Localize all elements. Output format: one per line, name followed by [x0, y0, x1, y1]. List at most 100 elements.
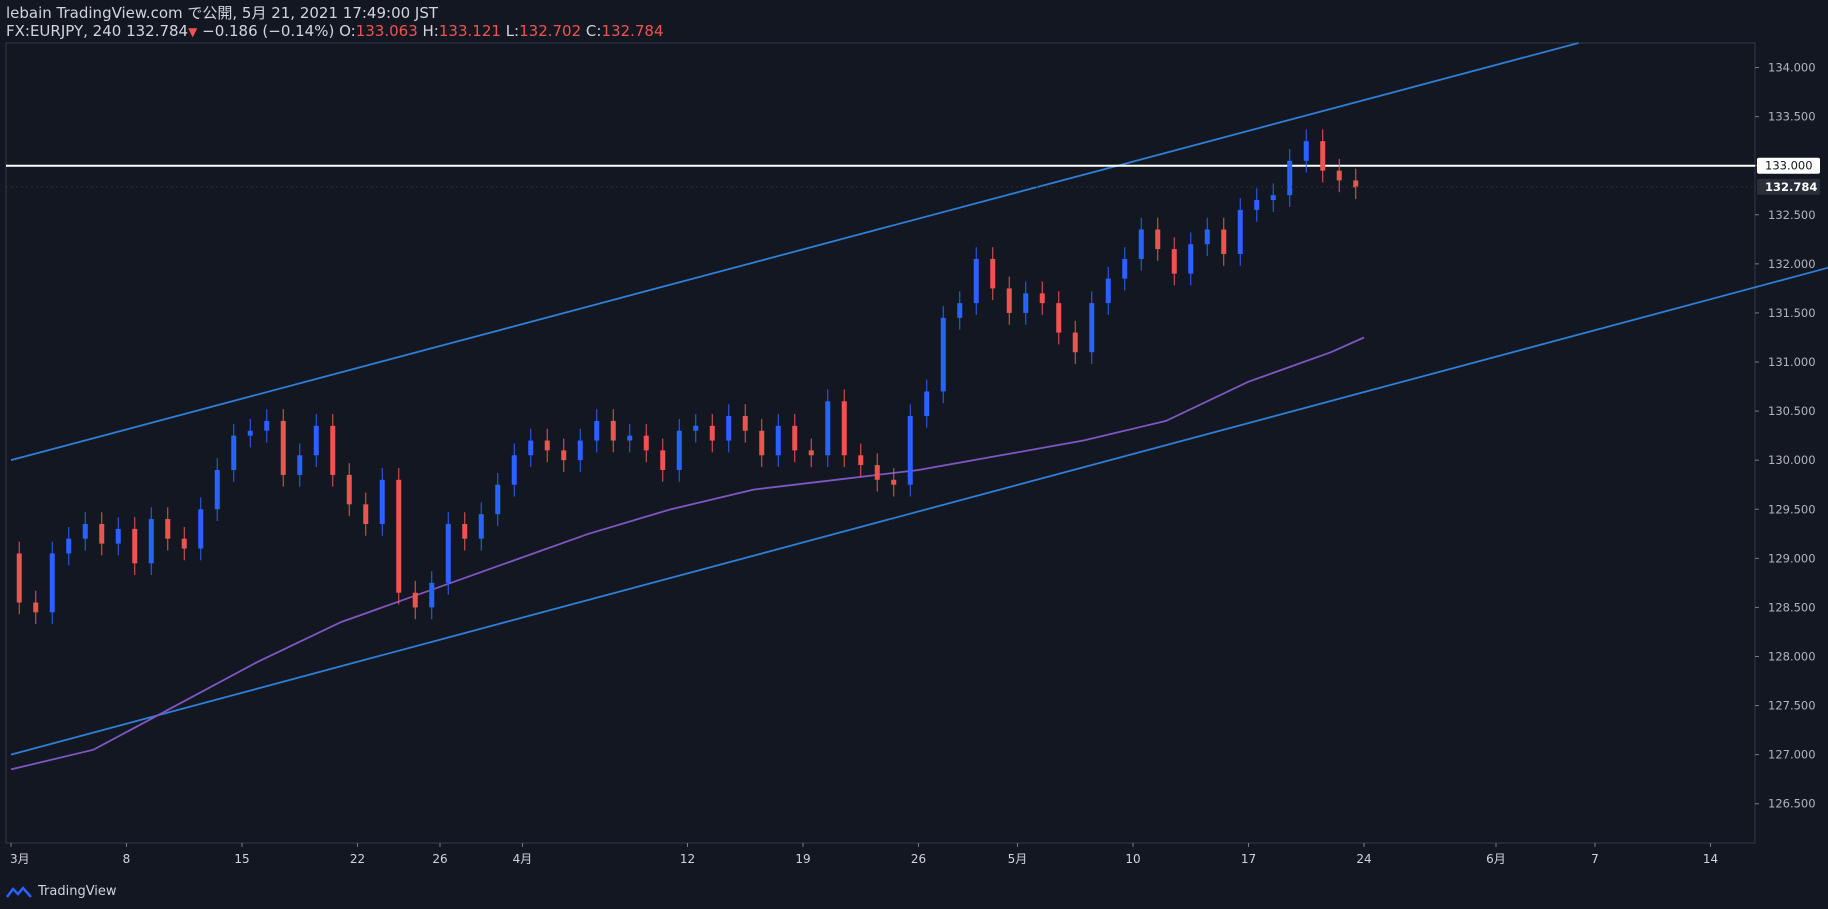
candle-body [1237, 209, 1243, 255]
candle-body [99, 523, 105, 544]
x-tick-label: 4月 [513, 852, 533, 866]
candle-body [891, 479, 897, 485]
candle-body [198, 509, 204, 549]
candle-body [825, 401, 831, 456]
brand-label[interactable]: TradingView [38, 884, 117, 899]
candle-body [693, 425, 699, 431]
candle-body [643, 435, 649, 451]
candle-body [396, 479, 402, 593]
candle-body [1072, 332, 1078, 353]
y-tick-label: 131.500 [1768, 306, 1816, 320]
candle-body [676, 430, 682, 470]
candle-body [462, 523, 468, 539]
candle-body [346, 474, 352, 505]
x-tick-label: 7 [1591, 852, 1599, 866]
tradingview-logo-icon [6, 885, 32, 898]
candle-body [660, 450, 666, 470]
candle-body [742, 416, 748, 431]
candle-body [181, 538, 187, 549]
candle-body [16, 553, 22, 603]
candle-body [148, 519, 154, 564]
candle-body [858, 455, 864, 466]
y-tick-label: 132.500 [1768, 208, 1816, 222]
plot-frame [5, 42, 1756, 844]
x-tick-label: 10 [1125, 852, 1140, 866]
candle-body [924, 391, 930, 417]
candle-body [264, 420, 270, 431]
candle-body [726, 416, 732, 441]
candle-body [1287, 160, 1293, 196]
candle-body [1171, 249, 1177, 274]
candle-body [1188, 244, 1194, 274]
candle-body [165, 519, 171, 539]
candle-body [907, 416, 913, 485]
candle-body [429, 582, 435, 608]
candle-body [412, 592, 418, 608]
y-tick-label: 128.500 [1768, 600, 1816, 614]
candle-body [1039, 293, 1045, 304]
x-tick-label: 8 [123, 852, 131, 866]
candle-body [280, 420, 286, 475]
candle-body [445, 523, 451, 583]
candle-body [1122, 258, 1128, 279]
x-tick-label: 22 [350, 852, 365, 866]
x-tick-label: 19 [795, 852, 810, 866]
y-tick-label: 133.500 [1768, 110, 1816, 124]
candle-body [214, 469, 220, 510]
y-tick-label: 127.500 [1768, 699, 1816, 713]
candle-body [495, 484, 501, 515]
candle-body [808, 450, 814, 456]
candle-body [1105, 278, 1111, 304]
y-tick-label: 129.500 [1768, 502, 1816, 516]
candle-body [577, 440, 583, 461]
price-chart[interactable]: 126.500 127.000 127.500 128.000 128.500 129.0… [0, 0, 1828, 909]
y-tick-label: 132.000 [1768, 257, 1816, 271]
candle-body [940, 317, 946, 392]
y-tick-label: 127.000 [1768, 748, 1816, 762]
y-tick-label: 134.000 [1768, 61, 1816, 75]
candle-body [1320, 141, 1326, 171]
x-tick-label: 6月 [1486, 852, 1506, 866]
level-price-label: 133.000 [1765, 159, 1813, 173]
y-tick-label: 131.000 [1768, 355, 1816, 369]
y-tick-label: 129.000 [1768, 551, 1816, 565]
candle-body [544, 440, 550, 451]
candle-body [1155, 229, 1161, 250]
last-price-label: 132.784 [1765, 180, 1817, 194]
candle-body [1138, 229, 1144, 259]
candle-body [511, 455, 517, 485]
candle-body [1006, 288, 1012, 313]
candle-body [330, 425, 336, 475]
candle-body [1221, 229, 1227, 255]
x-tick-label: 3月 [10, 852, 30, 866]
x-tick-label: 24 [1356, 852, 1371, 866]
candle-body [379, 479, 385, 524]
x-tick-label: 17 [1241, 852, 1256, 866]
candle-body [115, 528, 121, 544]
candle-body [1336, 170, 1342, 181]
candle-body [973, 258, 979, 304]
x-tick-label: 5月 [1008, 852, 1028, 866]
candle-body [363, 504, 369, 524]
candle-body [528, 440, 534, 456]
candle-body [49, 553, 55, 613]
moving-average-line [10, 336, 1365, 771]
candle-body [990, 258, 996, 289]
footer: TradingView [6, 884, 117, 899]
x-tick-label: 26 [432, 852, 447, 866]
candle-body [33, 602, 39, 613]
candle-body [1056, 303, 1062, 333]
candle-body [247, 430, 253, 436]
y-tick-label: 128.000 [1768, 649, 1816, 663]
x-tick-label: 26 [911, 852, 926, 866]
candle-body [132, 528, 138, 564]
y-tick-label: 126.500 [1768, 797, 1816, 811]
y-tick-label: 130.500 [1768, 404, 1816, 418]
candle-body [1023, 293, 1029, 313]
candle-body [313, 425, 319, 456]
candle-body [561, 450, 567, 461]
candle-body [231, 435, 237, 470]
candle-body [841, 401, 847, 456]
candle-body [709, 425, 715, 441]
x-tick-label: 12 [680, 852, 695, 866]
